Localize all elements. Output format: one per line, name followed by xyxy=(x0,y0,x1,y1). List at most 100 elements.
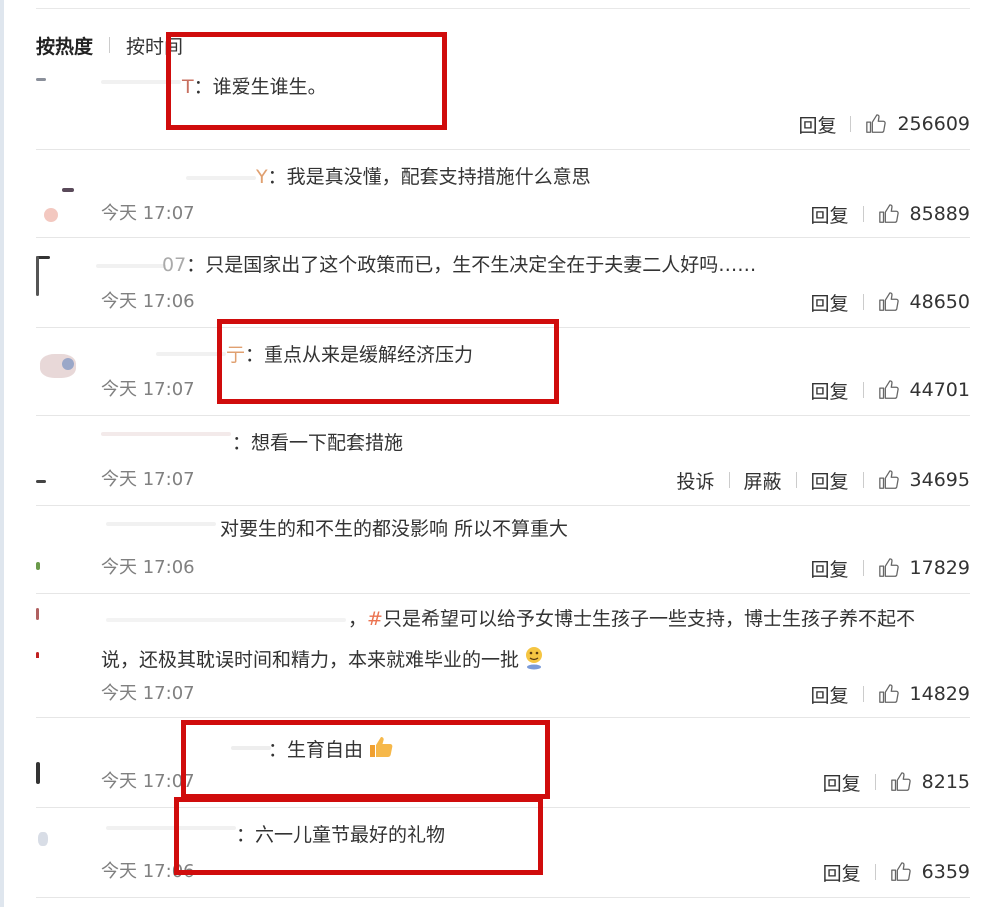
comment-actions: 回复 44701 xyxy=(811,377,970,404)
comment-time: 今天 17:06 xyxy=(101,291,195,312)
like-button[interactable]: 17829 xyxy=(878,557,970,579)
like-button[interactable]: 34695 xyxy=(878,469,970,491)
avatar[interactable] xyxy=(36,536,86,586)
action-separator xyxy=(795,472,797,488)
action-separator xyxy=(862,560,864,576)
like-button[interactable]: 44701 xyxy=(878,379,970,401)
reply-button[interactable]: 回复 xyxy=(811,377,849,404)
avatar[interactable] xyxy=(36,826,86,876)
comment-time: 今天 17:07 xyxy=(101,379,195,400)
sort-tabs: 按热度 按时间 xyxy=(36,32,183,58)
report-button[interactable]: 投诉 xyxy=(677,467,715,494)
comment-time: 今天 17:07 xyxy=(101,683,195,704)
username-blurred[interactable] xyxy=(101,432,231,436)
comment-actions: 投诉 屏蔽 回复 34695 xyxy=(677,467,971,494)
highlight-box xyxy=(181,720,550,799)
thumbs-up-icon xyxy=(890,772,911,791)
avatar[interactable] xyxy=(36,438,86,488)
like-button[interactable]: 6359 xyxy=(890,861,970,883)
comment-text: 对要生的和不生的都没影响 所以不算重大 xyxy=(220,518,569,540)
action-separator xyxy=(862,382,864,398)
reply-button[interactable]: 回复 xyxy=(811,289,849,316)
username-tail: 07 xyxy=(162,254,187,276)
comment-actions: 回复 17829 xyxy=(811,555,970,582)
comment-text: ：想看一下配套措施 xyxy=(232,432,404,454)
thumbs-up-icon xyxy=(878,470,899,489)
reply-button[interactable]: 回复 xyxy=(811,555,849,582)
comment-item: 07：只是国家出了这个政策而已，生不生决定全在于夫妻二人好吗…… 今天 17:0… xyxy=(36,238,970,328)
action-separator xyxy=(728,472,730,488)
block-button[interactable]: 屏蔽 xyxy=(744,467,782,494)
comment-text-line2: 说，还极其耽误时间和精力，本来就难毕业的一批 xyxy=(101,644,545,673)
like-count: 44701 xyxy=(909,379,970,401)
avatar[interactable] xyxy=(36,348,86,398)
like-count: 34695 xyxy=(909,469,970,491)
thumbs-up-icon xyxy=(878,292,899,311)
top-divider xyxy=(36,8,970,9)
username-blurred[interactable] xyxy=(186,176,256,180)
thumbs-up-icon xyxy=(878,684,899,703)
thinking-emoji-icon xyxy=(526,647,543,670)
username-blurred[interactable] xyxy=(156,352,226,356)
comment-text: ，#只是希望可以给予女博士生孩子一些支持，博士生孩子养不起不 xyxy=(348,608,915,630)
action-separator xyxy=(862,206,864,222)
topic-link[interactable]: # xyxy=(367,608,383,630)
sort-separator xyxy=(109,37,111,53)
like-button[interactable]: 14829 xyxy=(878,683,970,705)
like-count: 256609 xyxy=(897,113,970,135)
thumbs-up-icon xyxy=(878,380,899,399)
reply-button[interactable]: 回复 xyxy=(811,467,849,494)
comment-text: 07：只是国家出了这个政策而已，生不生决定全在于夫妻二人好吗…… xyxy=(162,254,757,276)
comment-time: 今天 17:07 xyxy=(101,203,195,224)
thumbs-up-icon xyxy=(866,114,887,133)
comment-time: 今天 17:06 xyxy=(101,557,195,578)
highlight-box xyxy=(217,319,559,404)
comment-item: Y：我是真没懂，配套支持措施什么意思 今天 17:07 回复 85889 xyxy=(36,150,970,238)
reply-button[interactable]: 回复 xyxy=(823,769,861,796)
action-separator xyxy=(862,472,864,488)
action-separator xyxy=(862,294,864,310)
action-separator xyxy=(850,116,852,132)
avatar[interactable] xyxy=(36,256,86,306)
highlight-box xyxy=(174,797,543,875)
thumbs-up-icon xyxy=(878,558,899,577)
like-count: 85889 xyxy=(909,203,970,225)
sort-by-hot-tab[interactable]: 按热度 xyxy=(36,32,93,59)
thumbs-up-icon xyxy=(890,862,911,881)
action-separator xyxy=(862,686,864,702)
reply-button[interactable]: 回复 xyxy=(798,111,836,138)
highlight-box xyxy=(166,32,447,130)
username-blurred[interactable] xyxy=(106,522,216,526)
reply-button[interactable]: 回复 xyxy=(811,681,849,708)
action-separator xyxy=(874,774,876,790)
avatar[interactable] xyxy=(36,66,86,116)
comment-actions: 回复 14829 xyxy=(811,681,970,708)
like-button[interactable]: 48650 xyxy=(878,291,970,313)
comment-time: 今天 17:07 xyxy=(101,469,195,490)
comment-text: Y：我是真没懂，配套支持措施什么意思 xyxy=(256,166,591,188)
like-count: 6359 xyxy=(921,861,970,883)
comment-actions: 回复 6359 xyxy=(823,859,970,886)
like-button[interactable]: 256609 xyxy=(865,113,970,135)
comment-actions: 回复 8215 xyxy=(823,769,970,796)
like-button[interactable]: 8215 xyxy=(890,771,970,793)
comment-item: 对要生的和不生的都没影响 所以不算重大 今天 17:06 回复 17829 xyxy=(36,506,970,594)
comment-actions: 回复 85889 xyxy=(811,201,970,228)
comment-item: ：想看一下配套措施 今天 17:07 投诉 屏蔽 回复 34695 xyxy=(36,416,970,506)
username-blurred[interactable] xyxy=(106,618,346,622)
like-count: 14829 xyxy=(909,683,970,705)
like-count: 17829 xyxy=(909,557,970,579)
like-count: 48650 xyxy=(909,291,970,313)
avatar[interactable] xyxy=(36,184,86,234)
like-button[interactable]: 85889 xyxy=(878,203,970,225)
action-separator xyxy=(874,864,876,880)
thumbs-up-icon xyxy=(878,204,899,223)
reply-button[interactable]: 回复 xyxy=(823,859,861,886)
comment-actions: 回复 256609 xyxy=(798,111,970,138)
username-tail: Y xyxy=(256,166,268,188)
window-edge xyxy=(0,0,4,907)
reply-button[interactable]: 回复 xyxy=(811,201,849,228)
avatar[interactable] xyxy=(36,608,86,658)
avatar[interactable] xyxy=(36,744,86,794)
username-blurred[interactable] xyxy=(96,264,166,268)
